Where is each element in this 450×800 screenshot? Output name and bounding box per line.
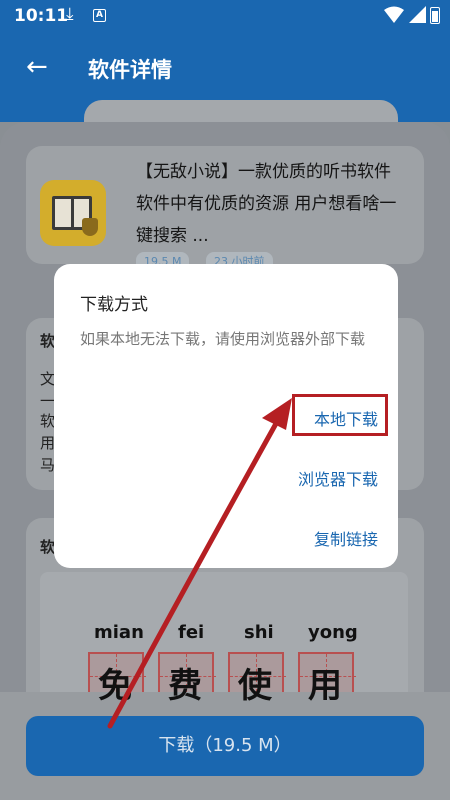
intro-line: 文 — [40, 370, 56, 388]
pinyin-label: yong — [308, 622, 358, 643]
status-time: 10:11 — [14, 6, 69, 26]
copy-link-button[interactable]: 复制链接 — [314, 526, 378, 550]
signal-icon — [409, 6, 426, 23]
intro-card-heading: 软 — [40, 332, 56, 350]
hanzi-character: 免 — [98, 666, 132, 706]
hanzi-character: 用 — [308, 666, 342, 706]
pinyin-label: mian — [94, 622, 144, 643]
hanzi-character: 费 — [168, 666, 202, 706]
battery-icon — [430, 7, 440, 24]
hanzi-character: 使 — [238, 666, 272, 706]
intro-line: 软 — [40, 412, 56, 430]
page-title: 软件详情 — [88, 58, 172, 82]
notification-a-icon: A — [93, 9, 106, 22]
screenshots-card-heading: 软 — [40, 538, 56, 556]
back-arrow-icon[interactable]: ← — [26, 52, 48, 82]
intro-line: 用 — [40, 434, 56, 452]
dialog-message: 如果本地无法下载，请使用浏览器外部下载 — [80, 330, 366, 348]
pinyin-label: shi — [244, 622, 274, 643]
download-notification-icon: ⤓ — [66, 4, 74, 24]
pinyin-label: fei — [178, 622, 205, 643]
highlight-box — [292, 394, 388, 436]
wifi-icon — [384, 6, 404, 23]
app-description: 【无敌小说】一款优质的听书软件 软件中有优质的资源 用户想看啥一键搜索 ... — [136, 162, 397, 246]
intro-line: 一 — [40, 392, 56, 410]
status-bar: 10:11 ⤓ A — [0, 0, 450, 32]
download-button[interactable]: 下载（19.5 M） — [26, 716, 424, 776]
dialog-title: 下载方式 — [80, 295, 148, 315]
browser-download-button[interactable]: 浏览器下载 — [298, 466, 378, 490]
app-book-icon — [40, 180, 106, 246]
intro-line: 马 — [40, 456, 56, 474]
